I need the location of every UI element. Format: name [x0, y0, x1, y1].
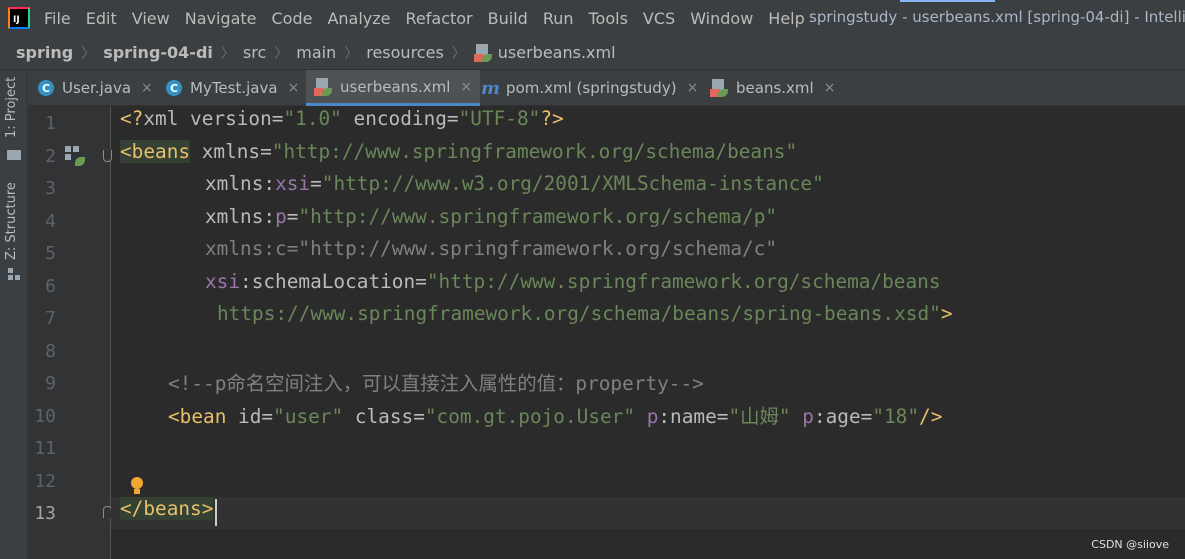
window-title: springstudy - userbeans.xml [spring-04-d… [809, 8, 1185, 26]
title-accent-bar [900, 0, 995, 2]
tool-window-project[interactable]: 1: Project [4, 77, 19, 138]
line-number: 8 [45, 341, 56, 362]
spring-xml-icon [314, 77, 332, 96]
chevron-right-icon: 〉 [274, 45, 289, 62]
line-number: 2 [45, 146, 56, 167]
folder-icon[interactable] [7, 150, 21, 160]
code-line-13: </beans> [120, 497, 214, 520]
spring-xml-icon [710, 79, 728, 97]
tab-pom-xml[interactable]: m pom.xml (springstudy) × [481, 70, 698, 106]
line-number: 4 [45, 211, 56, 232]
menu-run[interactable]: Run [543, 9, 574, 28]
code-line-3: xmlns:xsi="http://www.w3.org/2001/XMLSch… [205, 172, 824, 195]
menu-window[interactable]: Window [690, 9, 753, 28]
line-number: 12 [34, 471, 56, 492]
tab-mytest-java[interactable]: C MyTest.java × [166, 70, 299, 106]
menu-build[interactable]: Build [488, 9, 528, 28]
close-icon[interactable]: × [460, 79, 472, 95]
tab-label: userbeans.xml [340, 77, 451, 96]
menu-view[interactable]: View [132, 9, 170, 28]
tab-label: MyTest.java [190, 79, 278, 97]
breadcrumb-project[interactable]: spring [16, 43, 73, 62]
menu-help[interactable]: Help [768, 9, 804, 28]
line-number-current: 13 [34, 503, 56, 524]
line-number: 6 [45, 276, 56, 297]
watermark: CSDN @siiove [1091, 538, 1169, 551]
breadcrumb-main[interactable]: main [296, 43, 336, 62]
tab-label: beans.xml [736, 79, 814, 97]
close-icon[interactable]: × [687, 80, 699, 96]
code-editor[interactable]: <?xml version="1.0" encoding="UTF-8"?> <… [111, 106, 1185, 559]
chevron-right-icon: 〉 [344, 45, 359, 62]
spring-xml-icon [473, 43, 492, 62]
code-line-9: <!--p命名空间注入，可以直接注入属性的值：property--> [168, 372, 704, 395]
line-number: 5 [45, 243, 56, 264]
class-icon: C [166, 80, 182, 96]
class-icon: C [38, 80, 54, 96]
tool-window-structure[interactable]: Z: Structure [4, 182, 19, 260]
menu-analyze[interactable]: Analyze [327, 9, 390, 28]
breadcrumb-src[interactable]: src [243, 43, 266, 62]
line-number: 7 [45, 308, 56, 329]
close-icon[interactable]: × [824, 80, 836, 96]
close-icon[interactable]: × [141, 80, 153, 96]
code-line-1: <?xml version="1.0" encoding="UTF-8"?> [120, 107, 564, 130]
chevron-right-icon: 〉 [81, 45, 96, 62]
editor-gutter[interactable]: 1 2 3 4 5 6 7 8 9 10 11 12 13 [28, 106, 112, 559]
code-line-6: xsi:schemaLocation="http://www.springfra… [205, 270, 941, 293]
line-number: 1 [45, 113, 56, 134]
breadcrumb: spring 〉 spring-04-di 〉 src 〉 main 〉 res… [0, 36, 1185, 70]
line-number: 3 [45, 178, 56, 199]
tab-label: User.java [62, 79, 132, 97]
code-line-5: xmlns:c="http://www.springframework.org/… [205, 237, 778, 260]
menu-refactor[interactable]: Refactor [406, 9, 473, 28]
code-line-2: <beans xmlns="http://www.springframework… [120, 140, 798, 163]
menu-navigate[interactable]: Navigate [185, 9, 257, 28]
maven-icon: m [481, 77, 501, 99]
line-number: 10 [34, 406, 56, 427]
menu-tools[interactable]: Tools [589, 9, 628, 28]
current-line-highlight [111, 497, 1185, 529]
tab-beans-xml[interactable]: beans.xml × [710, 70, 835, 106]
left-tool-strip: 1: Project Z: Structure [0, 70, 28, 559]
intellij-logo-icon[interactable]: IJ [8, 7, 30, 29]
tab-label: pom.xml (springstudy) [506, 79, 677, 97]
breadcrumb-module[interactable]: spring-04-di [103, 43, 213, 62]
logo-text: IJ [13, 15, 20, 25]
menu-vcs[interactable]: VCS [643, 9, 675, 28]
spring-bean-gutter-icon[interactable] [65, 146, 85, 166]
line-number: 11 [34, 438, 56, 459]
structure-icon[interactable] [8, 268, 20, 280]
menu-bar: IJ File Edit View Navigate Code Analyze … [0, 0, 1185, 36]
menu-file[interactable]: File [44, 9, 71, 28]
breadcrumb-resources[interactable]: resources [366, 43, 444, 62]
line-number: 9 [45, 373, 56, 394]
chevron-right-icon: 〉 [451, 45, 466, 62]
breadcrumb-file[interactable]: userbeans.xml [498, 43, 616, 62]
close-icon[interactable]: × [288, 80, 300, 96]
code-line-7: https://www.springframework.org/schema/b… [217, 302, 953, 325]
lightbulb-icon[interactable] [131, 477, 143, 495]
menu-edit[interactable]: Edit [86, 9, 117, 28]
text-caret [215, 499, 217, 526]
chevron-right-icon: 〉 [220, 45, 235, 62]
tab-userbeans-xml[interactable]: userbeans.xml × [306, 70, 481, 106]
menu-code[interactable]: Code [272, 9, 313, 28]
editor-tab-bar: C User.java × C MyTest.java × userbeans.… [28, 70, 1185, 106]
code-line-10: <bean id="user" class="com.gt.pojo.User"… [168, 405, 943, 428]
code-line-4: xmlns:p="http://www.springframework.org/… [205, 205, 778, 228]
tab-user-java[interactable]: C User.java × [38, 70, 153, 106]
